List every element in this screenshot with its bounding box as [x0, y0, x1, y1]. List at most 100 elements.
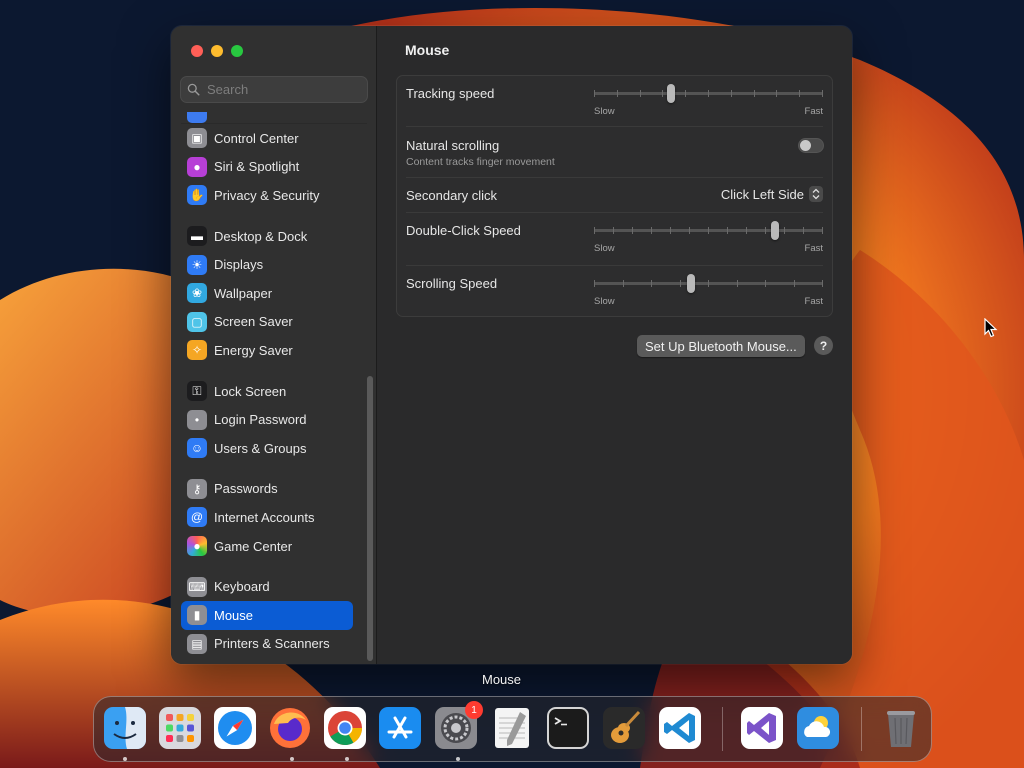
sidebar-item-mouse[interactable]: ▮ Mouse	[181, 600, 353, 630]
sidebar-item-privacy-security[interactable]: ✋ Privacy & Security	[181, 181, 353, 210]
sidebar-item-label: Displays	[214, 257, 264, 273]
sidebar-item-control-center[interactable]: ▣ Control Center	[181, 124, 353, 153]
sidebar-item-desktop-dock[interactable]: ▬ Desktop & Dock	[181, 222, 353, 251]
mouse-icon: ▮	[187, 605, 207, 626]
natural-scrolling-toggle[interactable]	[798, 138, 824, 153]
sidebar-item-label: Mouse	[214, 607, 254, 623]
chrome-icon[interactable]	[323, 706, 367, 750]
slider-slow-label: Slow	[594, 243, 615, 254]
scrolling-speed-label: Scrolling Speed	[406, 276, 498, 291]
game-center-icon: ●	[187, 536, 207, 557]
slider-tick	[708, 280, 709, 287]
app-store-icon[interactable]	[378, 706, 422, 750]
sidebar-item-label: Login Password	[214, 412, 307, 428]
tracking-speed-slider[interactable]: Slow Fast	[594, 84, 823, 118]
slider-tick	[822, 90, 823, 97]
sidebar-item-screen-saver[interactable]: ▢ Screen Saver	[181, 308, 353, 337]
running-indicator	[123, 757, 127, 761]
sidebar-item-label: Wallpaper	[214, 285, 273, 301]
minimize-window-button[interactable]	[211, 45, 223, 57]
page-title: Mouse	[405, 42, 450, 58]
sidebar-partial-item	[181, 112, 367, 123]
sidebar-item-login-password[interactable]: • Login Password	[181, 405, 353, 434]
textedit-icon[interactable]	[490, 706, 534, 750]
slider-fast-label: Fast	[804, 106, 823, 117]
slider-tick	[613, 227, 614, 234]
sidebar-item-internet-accounts[interactable]: @ Internet Accounts	[181, 503, 353, 532]
sidebar-item-label: Privacy & Security	[214, 187, 320, 203]
sidebar-scrollbar[interactable]	[367, 376, 373, 661]
sidebar-item-game-center[interactable]: ● Game Center	[181, 532, 353, 561]
slider-tick	[754, 90, 755, 97]
sidebar-item-siri-spotlight[interactable]: ● Siri & Spotlight	[181, 153, 353, 182]
tracking-speed-row: Tracking speed Slow Fast	[397, 76, 832, 126]
firefox-icon[interactable]	[268, 706, 312, 750]
secondary-click-popup[interactable]: Click Left Side	[721, 186, 823, 202]
dock-separator	[861, 707, 862, 751]
sidebar-item-displays[interactable]: ☀ Displays	[181, 250, 353, 279]
slider-tick	[746, 227, 747, 234]
double-click-speed-slider[interactable]: Slow Fast	[594, 221, 823, 255]
slider-knob[interactable]	[687, 274, 695, 293]
slider-tick	[623, 280, 624, 287]
search-input[interactable]	[207, 82, 357, 97]
slider-knob[interactable]	[667, 84, 675, 103]
sidebar-item-lock-screen[interactable]: ⚿ Lock Screen	[181, 377, 353, 406]
slider-fast-label: Fast	[804, 296, 823, 307]
screen-saver-icon: ▢	[187, 311, 207, 332]
help-button[interactable]: ?	[814, 336, 833, 355]
at-icon: @	[187, 507, 207, 528]
sidebar-item-wallpaper[interactable]: ❀ Wallpaper	[181, 279, 353, 308]
sidebar-item-printers-scanners[interactable]: ▤ Printers & Scanners	[181, 630, 353, 659]
slider-tick	[765, 227, 766, 234]
slider-tick	[594, 90, 595, 97]
visual-studio-icon[interactable]	[740, 706, 784, 750]
slider-slow-label: Slow	[594, 106, 615, 117]
dock: 1	[93, 696, 932, 762]
slider-tick	[685, 90, 686, 97]
close-window-button[interactable]	[191, 45, 203, 57]
sidebar-item-users-groups[interactable]: ☺ Users & Groups	[181, 434, 353, 463]
terminal-icon[interactable]	[546, 706, 590, 750]
lock-icon: ⚿	[187, 381, 207, 402]
slider-tick	[803, 227, 804, 234]
sidebar-item-passwords[interactable]: ⚷ Passwords	[181, 475, 353, 504]
sidebar-item-label: Internet Accounts	[214, 509, 315, 525]
users-icon: ☺	[187, 438, 207, 459]
notification-badge: 1	[465, 701, 483, 719]
vscode-icon[interactable]	[658, 706, 702, 750]
zoom-window-button[interactable]	[231, 45, 243, 57]
finder-icon[interactable]	[103, 706, 147, 750]
sidebar-item-label: Screen Saver	[214, 314, 293, 330]
garageband-icon[interactable]	[602, 706, 646, 750]
trash-icon[interactable]	[879, 706, 923, 750]
double-click-speed-row: Double-Click Speed Slow Fast	[397, 213, 832, 265]
natural-scrolling-description: Content tracks finger movement	[406, 156, 555, 168]
dock-icon: ▬	[187, 226, 207, 247]
slider-knob[interactable]	[771, 221, 779, 240]
slider-tick	[822, 227, 823, 234]
printer-icon: ▤	[187, 633, 207, 654]
running-indicator	[456, 757, 460, 761]
sidebar-item-energy-saver[interactable]: ✧ Energy Saver	[181, 336, 353, 365]
slider-tick	[640, 90, 641, 97]
scrolling-speed-slider[interactable]: Slow Fast	[594, 274, 823, 308]
natural-scrolling-row: Natural scrolling Content tracks finger …	[397, 127, 832, 177]
sidebar-item-keyboard[interactable]: ⌨ Keyboard	[181, 572, 353, 601]
weather-icon[interactable]	[796, 706, 840, 750]
set-up-bluetooth-mouse-button[interactable]: Set Up Bluetooth Mouse...	[637, 335, 805, 357]
search-field[interactable]	[180, 76, 368, 103]
window-controls	[191, 45, 243, 57]
sidebar-item-label: Desktop & Dock	[214, 228, 308, 244]
safari-icon[interactable]	[213, 706, 257, 750]
slider-tick	[731, 90, 732, 97]
launchpad-icon[interactable]	[158, 706, 202, 750]
slider-tick	[822, 280, 823, 287]
slider-tick	[784, 227, 785, 234]
natural-scrolling-label: Natural scrolling	[406, 138, 500, 153]
sidebar-item-label: Siri & Spotlight	[214, 159, 300, 175]
system-settings-icon[interactable]: 1	[434, 701, 483, 750]
